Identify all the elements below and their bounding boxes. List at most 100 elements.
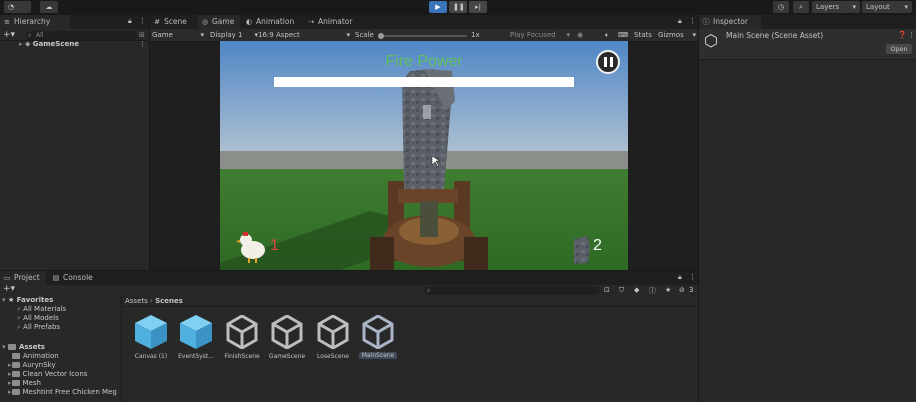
project-search-input[interactable]: ⌕ bbox=[424, 286, 600, 295]
favorite-star-icon[interactable]: ★ bbox=[665, 286, 671, 294]
asset-folder-label: Mesh bbox=[22, 379, 41, 387]
aspect-dropdown[interactable]: 16:9 Aspect ▾ bbox=[258, 31, 350, 39]
breadcrumb-item[interactable]: Assets bbox=[125, 297, 148, 305]
play-focused-dropdown[interactable]: Play Focused ▾ bbox=[510, 31, 570, 39]
tab-label: Animator bbox=[318, 17, 353, 26]
asset-tile[interactable]: Canvas (1) bbox=[128, 315, 174, 363]
lock-icon[interactable]: 🔒︎ bbox=[128, 17, 132, 26]
play-button[interactable]: ▶ bbox=[429, 1, 447, 13]
label-filter-icon[interactable]: ◆ bbox=[634, 286, 639, 294]
chevron-down-icon: ▾ bbox=[346, 31, 350, 39]
project-tree: ▾ ★ Favorites ⌕ All Materials ⌕ All Mode… bbox=[0, 296, 122, 402]
asset-grid: Canvas (1) EventSyst... FinishScene Game… bbox=[122, 315, 698, 402]
favorites-item[interactable]: ⌕ All Prefabs bbox=[17, 323, 60, 332]
lock-icon[interactable]: 🔒︎ bbox=[678, 273, 682, 282]
hierarchy-panel: ≡ Hierarchy 🔒︎ ⋮ +▾ ⌕ All ⊞ ▸ ◈ GameScen… bbox=[0, 15, 149, 270]
chevron-down-icon: ▾ bbox=[2, 343, 6, 351]
hierarchy-search-input[interactable]: ⌕ All bbox=[26, 31, 137, 40]
tab-label: Project bbox=[14, 273, 40, 282]
tab-animator[interactable]: ⇢ Animator bbox=[304, 15, 360, 29]
scale-slider[interactable] bbox=[378, 33, 467, 39]
search-scope-icon[interactable]: ⊡ bbox=[604, 286, 610, 294]
layers-dropdown[interactable]: Layers ▾ bbox=[812, 1, 860, 13]
tab-console[interactable]: ▤ Console bbox=[49, 271, 97, 285]
tab-inspector[interactable]: ⓘ Inspector bbox=[699, 15, 761, 29]
asset-tile-selected[interactable]: MainScene bbox=[355, 315, 401, 363]
info-icon[interactable]: ⓘ bbox=[649, 286, 656, 296]
tab-label: Hierarchy bbox=[14, 17, 51, 26]
cloud-button[interactable]: ☁ bbox=[40, 1, 58, 13]
tab-label: Animation bbox=[256, 17, 295, 26]
star-icon: ★ bbox=[7, 296, 15, 304]
layout-dropdown[interactable]: Layout ▾ bbox=[862, 1, 912, 13]
asset-folder-item[interactable]: ▸ Meshtint Free Chicken Meg bbox=[8, 388, 117, 397]
display-dropdown[interactable]: Display 1 ▾ bbox=[210, 31, 258, 39]
gizmos-dropdown[interactable]: Gizmos ▾ bbox=[658, 31, 696, 39]
pause-button[interactable]: ❚❚ bbox=[449, 1, 467, 13]
favorites-item-label: All Materials bbox=[23, 305, 67, 313]
scale-slider-handle[interactable] bbox=[378, 33, 384, 39]
asset-folder-item[interactable]: Animation bbox=[12, 352, 59, 361]
asset-folder-label: Meshtint Free Chicken Meg bbox=[22, 388, 117, 396]
kebab-menu-icon[interactable]: ⋮ bbox=[908, 31, 915, 39]
account-button[interactable]: ◔ GG bbox=[4, 1, 31, 23]
asset-folder-label: Clean Vector Icons bbox=[22, 370, 88, 378]
step-button[interactable]: ▸| bbox=[469, 1, 487, 13]
main-toolbar: ◔ GG ☁ ▶ ❚❚ ▸| ◷ ⌕ Layers ▾ Layout ▾ bbox=[0, 0, 916, 23]
add-icon[interactable]: +▾ bbox=[3, 284, 15, 294]
help-icon[interactable]: ❓ bbox=[898, 31, 907, 39]
chevron-down-icon: ▾ bbox=[904, 3, 908, 11]
scene-root-item[interactable]: ▸ ◈ GameScene bbox=[19, 40, 79, 49]
prefab-cube-icon bbox=[180, 315, 212, 349]
kebab-menu-icon[interactable]: ⋮ bbox=[139, 17, 146, 25]
mute-audio-icon[interactable]: 🔈︎ bbox=[605, 31, 609, 40]
tower-counter: 2 bbox=[593, 237, 602, 254]
kebab-menu-icon[interactable]: ⋮ bbox=[689, 273, 696, 281]
type-filter-icon[interactable]: ⛉ bbox=[619, 286, 624, 295]
game-mode-dropdown[interactable]: Game ▾ bbox=[152, 31, 204, 39]
add-icon[interactable]: +▾ bbox=[3, 29, 15, 41]
layout-label: Layout bbox=[866, 3, 890, 11]
unity-scene-icon bbox=[226, 315, 258, 349]
fire-power-text: Fire Power bbox=[385, 53, 463, 70]
console-icon: ▤ bbox=[52, 274, 60, 282]
animator-icon: ⇢ bbox=[308, 18, 314, 26]
hidden-packages-icon[interactable]: ⊘ bbox=[679, 286, 685, 294]
asset-tile[interactable]: FinishScene bbox=[219, 315, 265, 363]
asset-tile[interactable]: GameScene bbox=[264, 315, 310, 363]
breadcrumb: Assets › Scenes bbox=[122, 296, 698, 307]
favorites-header[interactable]: ▾ ★ Favorites bbox=[2, 296, 53, 305]
tab-animation[interactable]: ◐ Animation bbox=[242, 15, 298, 29]
search-button[interactable]: ⌕ bbox=[793, 1, 809, 13]
tab-game[interactable]: ◎ Game bbox=[198, 15, 240, 29]
tab-scene[interactable]: # Scene bbox=[150, 15, 196, 29]
asset-tile[interactable]: EventSyst... bbox=[173, 315, 219, 363]
cloud-icon: ☁ bbox=[45, 3, 53, 11]
asset-tile[interactable]: LoseScene bbox=[310, 315, 356, 363]
asset-folder-item[interactable]: ▸ Mesh bbox=[8, 379, 41, 388]
stats-button[interactable]: Stats bbox=[634, 31, 652, 39]
assets-header[interactable]: ▾ Assets bbox=[2, 343, 45, 352]
unity-icon[interactable]: ◉ bbox=[577, 31, 583, 39]
game-viewport[interactable]: Fire Power 1 2 bbox=[220, 41, 628, 270]
kebab-menu-icon[interactable]: ⋮ bbox=[689, 17, 696, 25]
prefab-cube-icon bbox=[135, 315, 167, 349]
history-button[interactable]: ◷ bbox=[773, 1, 789, 13]
chevron-down-icon: ▾ bbox=[2, 296, 6, 304]
pause-game-button[interactable] bbox=[596, 50, 620, 74]
kebab-menu-icon[interactable]: ⋮ bbox=[139, 40, 146, 48]
lock-icon[interactable]: 🔒︎ bbox=[678, 17, 682, 26]
breadcrumb-item-current[interactable]: Scenes bbox=[155, 297, 183, 305]
asset-label: LoseScene bbox=[316, 353, 350, 360]
open-button-label: Open bbox=[890, 45, 908, 53]
tab-project[interactable]: ▭ Project bbox=[0, 271, 46, 285]
asset-folder-item[interactable]: ▸ Clean Vector Icons bbox=[8, 370, 87, 379]
chevron-down-icon: ▾ bbox=[852, 3, 856, 11]
open-button[interactable]: Open bbox=[886, 44, 912, 54]
favorites-item[interactable]: ⌕ All Models bbox=[17, 314, 59, 323]
favorites-item[interactable]: ⌕ All Materials bbox=[17, 305, 66, 314]
unity-scene-icon bbox=[362, 315, 394, 349]
tab-hierarchy[interactable]: ≡ Hierarchy bbox=[0, 15, 70, 29]
shortcuts-icon[interactable]: ⌨ bbox=[618, 31, 628, 39]
asset-folder-item[interactable]: ▸ AurynSky bbox=[8, 361, 56, 370]
